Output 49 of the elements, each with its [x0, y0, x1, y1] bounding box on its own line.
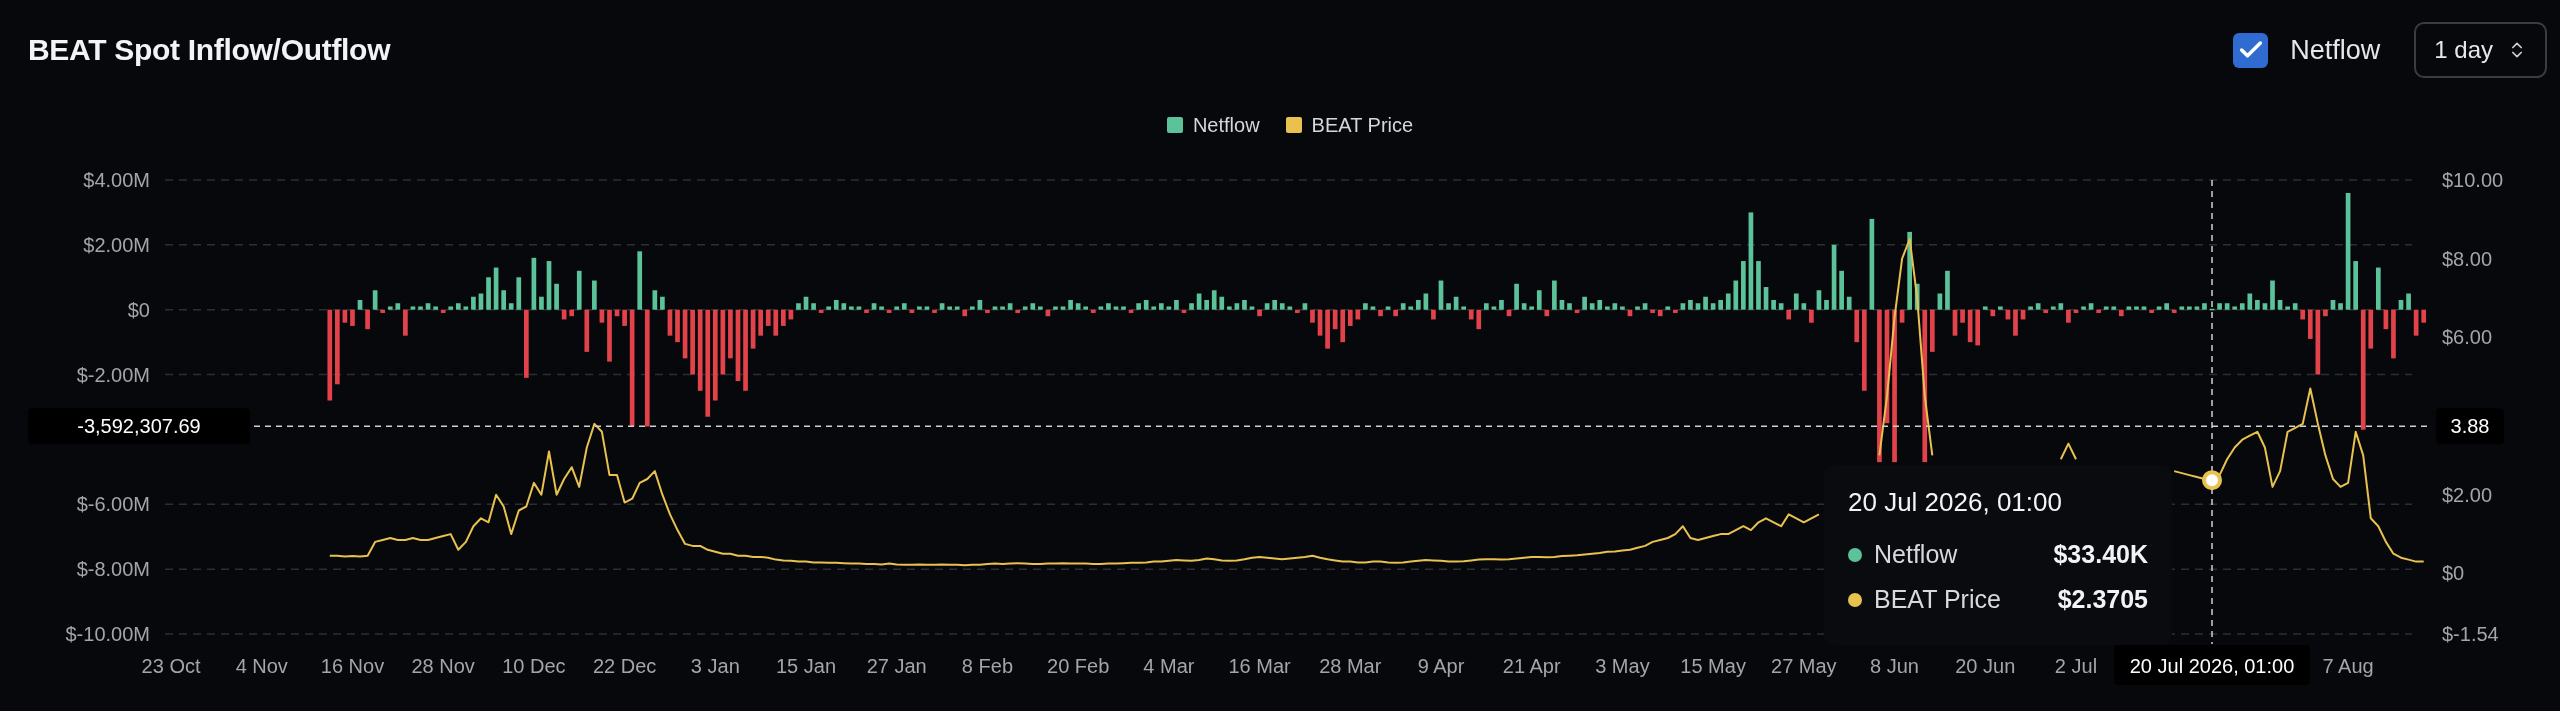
crosshair-value-label: -3,592,307.69: [28, 408, 250, 445]
axis-label: 4 Mar: [1143, 655, 1195, 677]
tooltip-value: $2.3705: [2057, 585, 2148, 614]
axis-label: 10 Dec: [502, 655, 566, 677]
axis-label: 9 Apr: [1417, 655, 1465, 677]
crosshair-date-label: 20 Jul 2026, 01:00: [2114, 645, 2311, 685]
chart-title: BEAT Spot Inflow/Outflow: [28, 33, 391, 67]
interval-select[interactable]: 1 day: [2414, 22, 2547, 78]
axis-label: $6.00: [2442, 326, 2493, 349]
tooltip-label: Netflow: [1874, 540, 1959, 569]
axis-label: $4.00M: [83, 169, 150, 191]
axis-label: 15 May: [1680, 655, 1746, 677]
legend-label[interactable]: Netflow: [1192, 113, 1260, 137]
axis-label: 15 Jan: [776, 655, 837, 677]
axis-label: $-6.00M: [76, 493, 150, 516]
axis-label: 20 Feb: [1047, 655, 1110, 677]
axis-label: 4 Nov: [235, 655, 288, 677]
tooltip-label: BEAT Price: [1874, 585, 2002, 614]
axis-label: 8 Feb: [961, 655, 1013, 677]
axis-label: $0: [127, 298, 150, 321]
crosshair-value-label: 3.88: [2436, 408, 2504, 445]
axis-label: $-8.00M: [76, 558, 150, 581]
axis-label: $2.00: [2442, 483, 2493, 506]
netflow-checkbox[interactable]: Netflow: [2233, 32, 2381, 68]
axis-label: 23 Oct: [141, 655, 201, 677]
axis-label: $10.00: [2442, 169, 2504, 191]
axis-label: $-1.54: [2442, 623, 2499, 645]
axis-label: 20 Jun: [1955, 655, 2016, 677]
axis-label: 27 Jan: [866, 655, 927, 677]
axis-label: 16 Nov: [320, 655, 385, 677]
axis-label: 22 Dec: [592, 655, 657, 677]
axis-label: $0: [2442, 562, 2465, 585]
axis-label: 27 May: [1771, 655, 1837, 677]
tooltip-value: $33.40K: [2053, 540, 2148, 569]
axis-label: $8.00: [2442, 247, 2493, 270]
axis-label: 8 Jun: [1870, 655, 1919, 677]
axis-label: 3 May: [1595, 655, 1650, 677]
axis-label: $2.00M: [83, 233, 150, 256]
axis-label: 2 Jul: [2054, 655, 2098, 677]
axis-label: 7 Aug: [2322, 655, 2374, 677]
axis-label: 3 Jan: [690, 655, 740, 677]
axis-label: 16 Mar: [1228, 655, 1291, 677]
legend-label[interactable]: BEAT Price: [1311, 113, 1414, 137]
axis-label: 28 Nov: [411, 655, 475, 677]
axis-label: $-10.00M: [65, 623, 150, 645]
axis-label: 28 Mar: [1319, 655, 1382, 677]
axis-label: $-2.00M: [76, 363, 150, 386]
tooltip-title: 20 Jul 2026, 01:00: [1848, 487, 2063, 518]
axis-label: 21 Apr: [1502, 655, 1561, 677]
